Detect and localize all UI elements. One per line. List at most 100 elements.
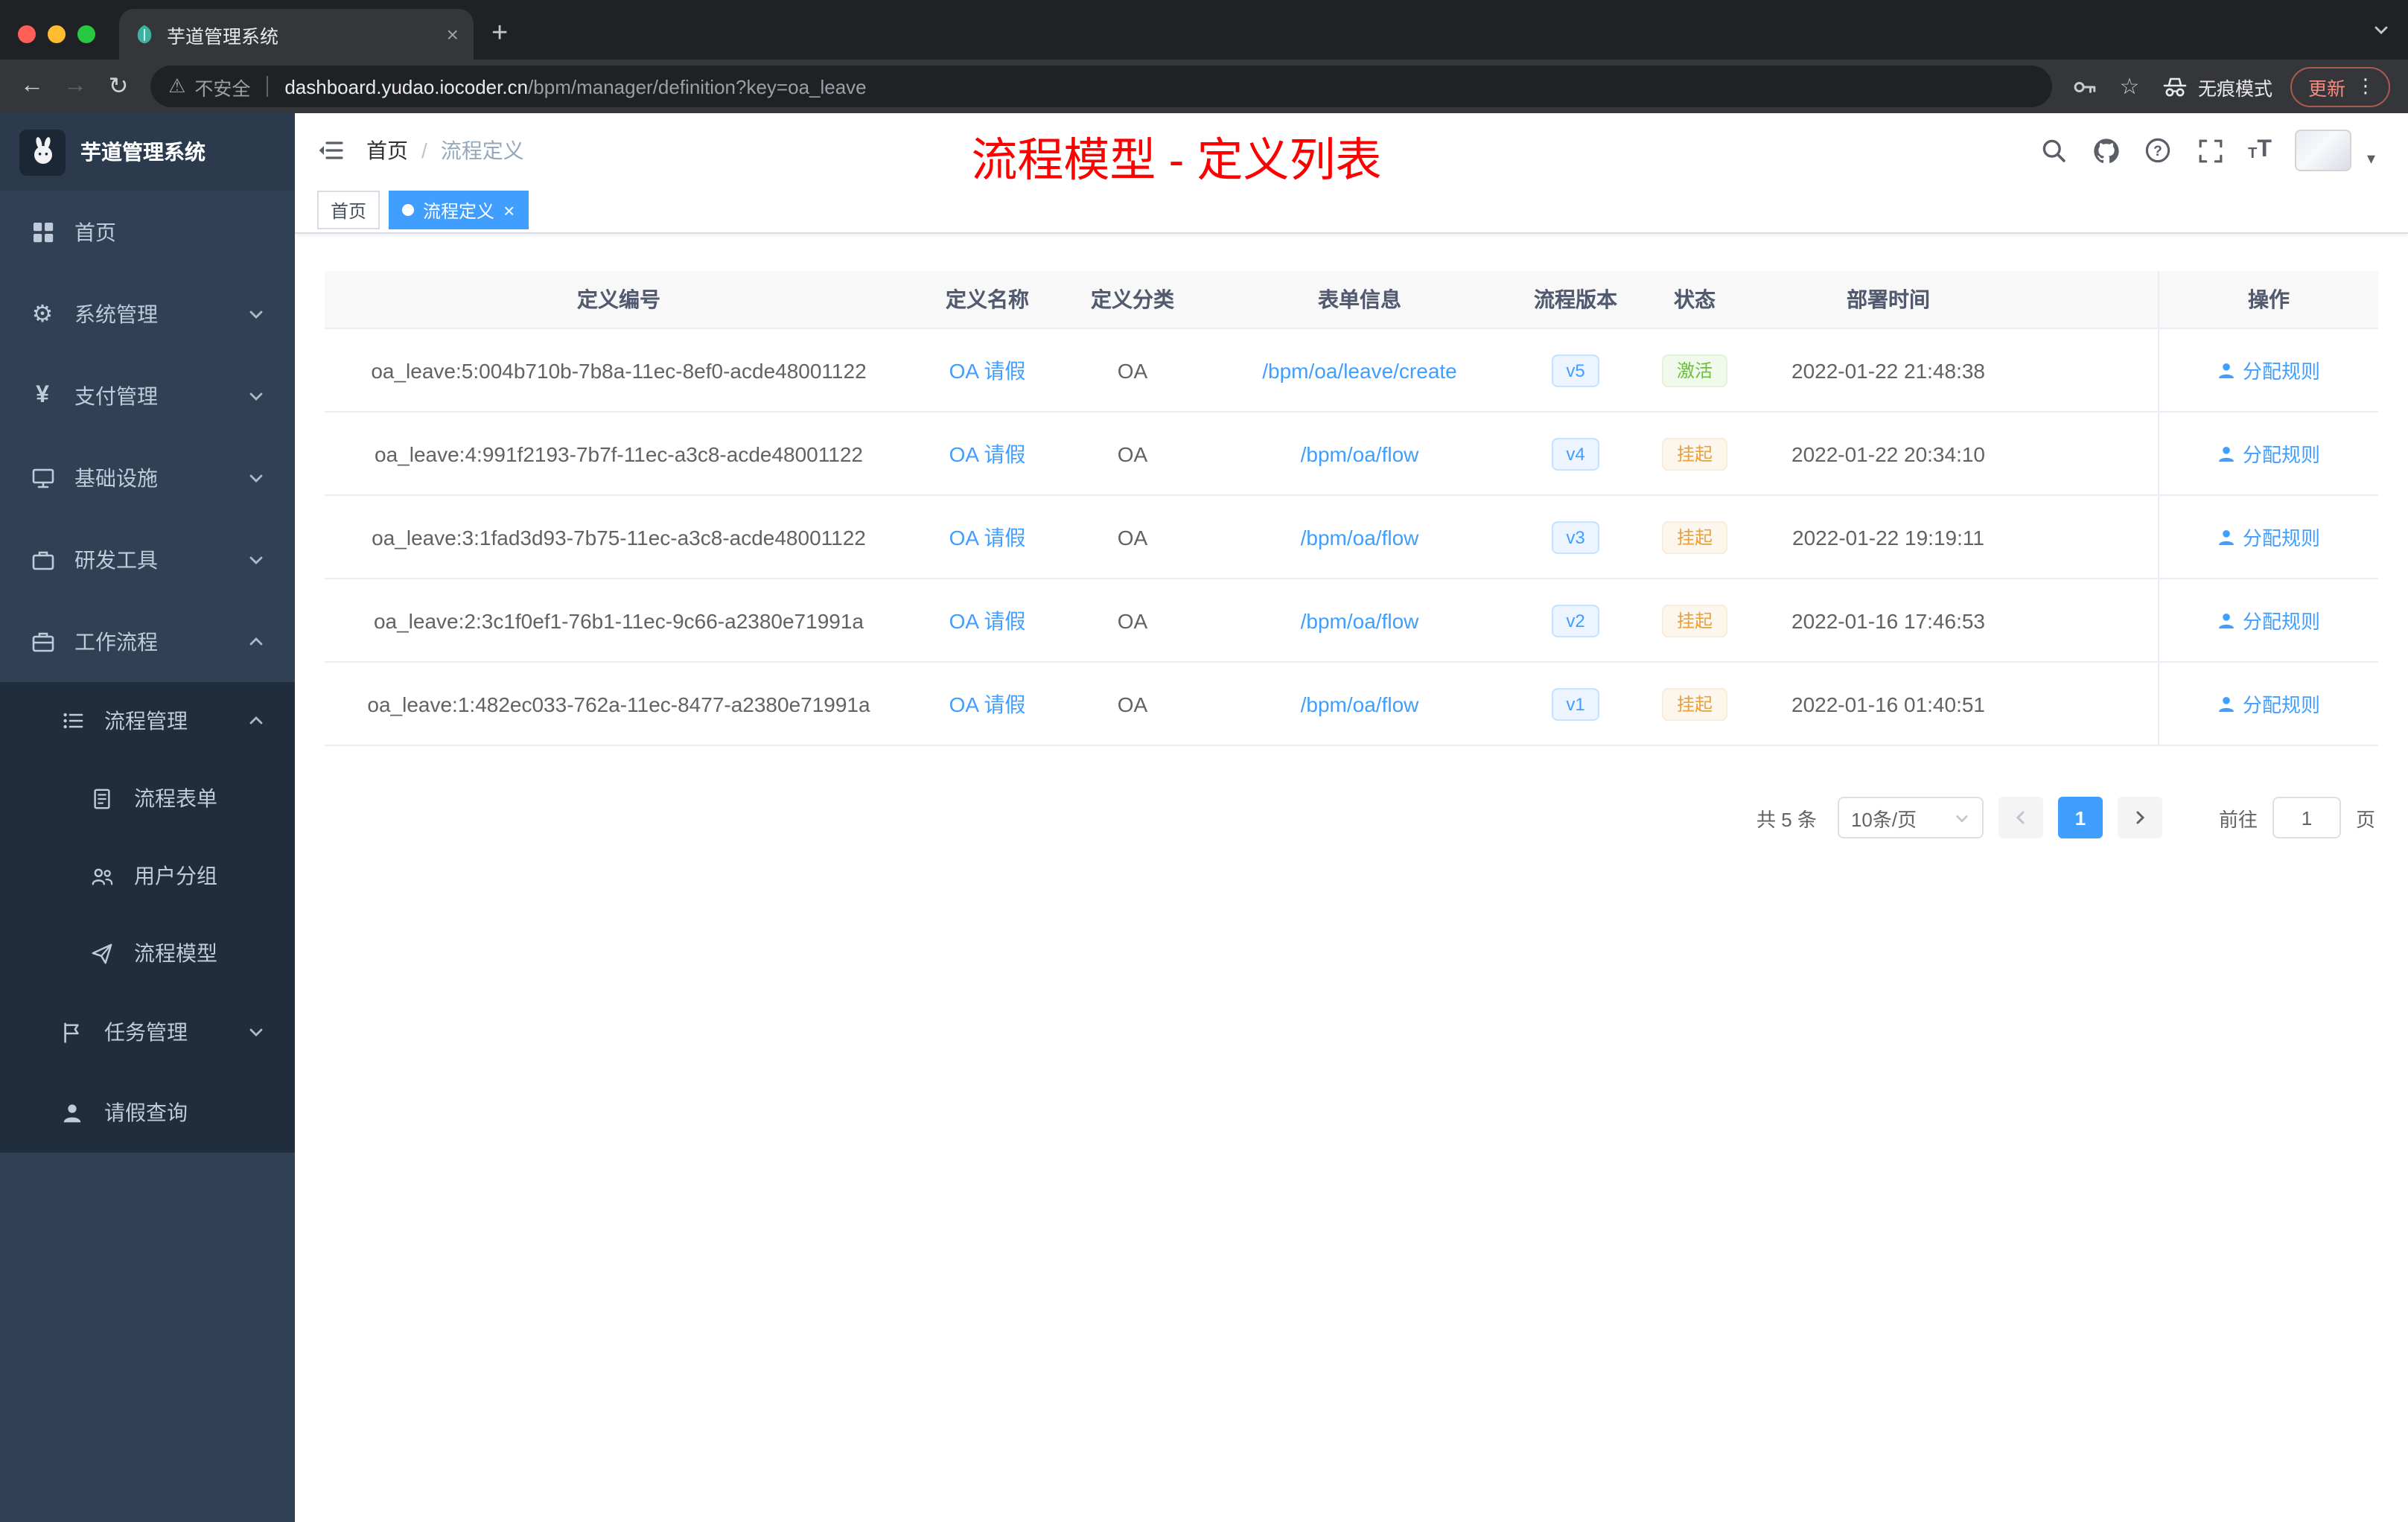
url-path: /bpm/manager/definition?key=oa_leave: [528, 75, 867, 98]
sidebar-item-payment[interactable]: ¥ 支付管理: [0, 354, 295, 436]
table-row: oa_leave:2:3c1f0ef1-76b1-11ec-9c66-a2380…: [325, 579, 2378, 663]
sidebar-item-user-group[interactable]: 用户分组: [0, 837, 295, 914]
chevron-down-icon: [249, 555, 263, 564]
zoom-window-button[interactable]: [77, 25, 95, 43]
definition-id: oa_leave:3:1fad3d93-7b75-11ec-a3c8-acde4…: [372, 525, 866, 549]
row-spacer: [2022, 329, 2158, 411]
sidebar-item-label: 请假查询: [104, 1101, 188, 1124]
person-icon: [2218, 446, 2234, 461]
update-label: 更新: [2307, 78, 2345, 99]
form-link[interactable]: /bpm/oa/flow: [1301, 525, 1419, 549]
definition-name-link[interactable]: OA 请假: [949, 605, 1026, 635]
close-window-button[interactable]: [18, 25, 36, 43]
prev-page-button[interactable]: [1998, 797, 2043, 838]
tag-home[interactable]: 首页: [317, 191, 380, 229]
chevron-up-icon: [249, 716, 263, 725]
assign-rule-link[interactable]: 分配规则: [2217, 439, 2320, 468]
definition-name-link[interactable]: OA 请假: [949, 355, 1026, 385]
sidebar-item-workflow[interactable]: 工作流程: [0, 600, 295, 682]
form-link[interactable]: /bpm/oa/leave/create: [1262, 358, 1457, 382]
hamburger-fold-icon[interactable]: [295, 138, 366, 162]
page-content: 定义编号 定义名称 定义分类 表单信息 流程版本 状态 部署时间 操作 oa_l…: [295, 234, 2408, 1522]
definition-name-link[interactable]: OA 请假: [949, 522, 1026, 552]
status-badge: 挂起: [1661, 604, 1727, 637]
page-size-select[interactable]: 10条/页: [1837, 797, 1984, 838]
browser-toolbar: ← → ↻ ⚠ 不安全 dashboard.yudao.iocoder.cn/b…: [0, 60, 2408, 113]
definition-name-link[interactable]: OA 请假: [949, 439, 1026, 468]
tag-process-definition[interactable]: 流程定义 ×: [389, 191, 529, 229]
version-badge: v1: [1551, 687, 1600, 720]
update-button[interactable]: 更新 ⋮: [2290, 66, 2390, 106]
page-1-button[interactable]: 1: [2057, 797, 2103, 838]
breadcrumb-home-link[interactable]: 首页: [366, 136, 408, 165]
address-bar[interactable]: ⚠ 不安全 dashboard.yudao.iocoder.cn/bpm/man…: [150, 66, 2052, 107]
chevron-down-icon: [1956, 814, 1968, 822]
avatar[interactable]: [2295, 130, 2352, 171]
version-badge: v3: [1551, 520, 1600, 553]
password-key-icon[interactable]: [2064, 66, 2106, 107]
back-button[interactable]: ←: [12, 66, 52, 106]
sidebar-item-process-management[interactable]: 流程管理: [0, 682, 295, 760]
sidebar-item-leave-query[interactable]: 请假查询: [0, 1072, 295, 1153]
status-badge: 挂起: [1661, 520, 1727, 553]
avatar-caret-icon[interactable]: ▾: [2367, 149, 2375, 171]
column-header: 部署时间: [1847, 287, 1930, 311]
new-tab-button[interactable]: +: [491, 19, 508, 48]
tag-label: 流程定义: [423, 200, 495, 221]
fullscreen-icon[interactable]: [2196, 136, 2224, 165]
search-icon[interactable]: [2039, 136, 2068, 165]
sidebar-item-label: 首页: [74, 220, 116, 243]
next-page-button[interactable]: [2117, 797, 2162, 838]
definition-category: OA: [1117, 358, 1148, 382]
sidebar-item-task-management[interactable]: 任务管理: [0, 992, 295, 1072]
font-size-icon[interactable]: TT: [2248, 138, 2272, 162]
sidebar-item-process-form[interactable]: 流程表单: [0, 760, 295, 837]
app-root: 芋道管理系统 首页 ⚙ 系统管理 ¥ 支付管理 基础设施 研发工具 工作流程 流…: [0, 113, 2408, 1522]
app-logo[interactable]: 芋道管理系统: [0, 113, 295, 191]
navbar-actions: ? TT ▾: [2039, 130, 2408, 171]
assign-rule-link[interactable]: 分配规则: [2217, 606, 2320, 634]
bookmark-star-icon[interactable]: ☆: [2109, 66, 2150, 107]
assign-rule-link[interactable]: 分配规则: [2217, 690, 2320, 718]
sidebar-item-label: 流程管理: [104, 709, 188, 733]
sidebar-item-label: 用户分组: [134, 864, 217, 888]
security-warning-icon: ⚠: [168, 74, 186, 97]
form-link[interactable]: /bpm/oa/flow: [1301, 608, 1419, 632]
tab-close-icon[interactable]: ×: [447, 24, 459, 45]
security-label[interactable]: 不安全: [194, 72, 250, 101]
help-question-icon[interactable]: ?: [2144, 136, 2172, 165]
forward-button[interactable]: →: [55, 66, 95, 106]
tags-view: 首页 流程定义 ×: [295, 188, 2408, 234]
definition-category: OA: [1117, 692, 1148, 716]
monitor-icon: [30, 465, 55, 490]
document-icon: [89, 786, 115, 811]
tab-search-chevron-icon[interactable]: [2372, 21, 2390, 39]
status-badge: 挂起: [1661, 437, 1727, 470]
sidebar-item-dev-tools[interactable]: 研发工具: [0, 518, 295, 600]
minimize-window-button[interactable]: [48, 25, 66, 43]
assign-rule-link[interactable]: 分配规则: [2217, 356, 2320, 384]
definition-name-link[interactable]: OA 请假: [949, 689, 1026, 719]
column-header: 定义编号: [577, 287, 660, 311]
page-unit-label: 页: [2355, 808, 2375, 830]
sidebar-item-home[interactable]: 首页: [0, 191, 295, 273]
row-spacer: [2022, 663, 2158, 745]
sidebar-item-system[interactable]: ⚙ 系统管理: [0, 273, 295, 354]
dashboard-icon: [30, 219, 55, 244]
form-link[interactable]: /bpm/oa/flow: [1301, 692, 1419, 716]
tag-close-icon[interactable]: ×: [503, 200, 515, 220]
chevron-down-icon: [249, 1028, 263, 1037]
browser-menu-dots-icon[interactable]: ⋮: [2356, 74, 2375, 98]
form-link[interactable]: /bpm/oa/flow: [1301, 442, 1419, 465]
github-icon[interactable]: [2092, 136, 2120, 165]
sidebar-item-infrastructure[interactable]: 基础设施: [0, 436, 295, 518]
assign-rule-link[interactable]: 分配规则: [2217, 523, 2320, 551]
column-header: 操作: [2158, 271, 2378, 328]
reload-button[interactable]: ↻: [98, 66, 138, 106]
goto-page-input[interactable]: [2272, 797, 2341, 838]
status-badge: 激活: [1661, 354, 1727, 386]
table-row: oa_leave:4:991f2193-7b7f-11ec-a3c8-acde4…: [325, 413, 2378, 496]
sidebar-item-label: 任务管理: [104, 1020, 188, 1044]
sidebar-item-process-model[interactable]: 流程模型: [0, 914, 295, 992]
browser-tab[interactable]: 芋道管理系统 ×: [119, 9, 474, 60]
